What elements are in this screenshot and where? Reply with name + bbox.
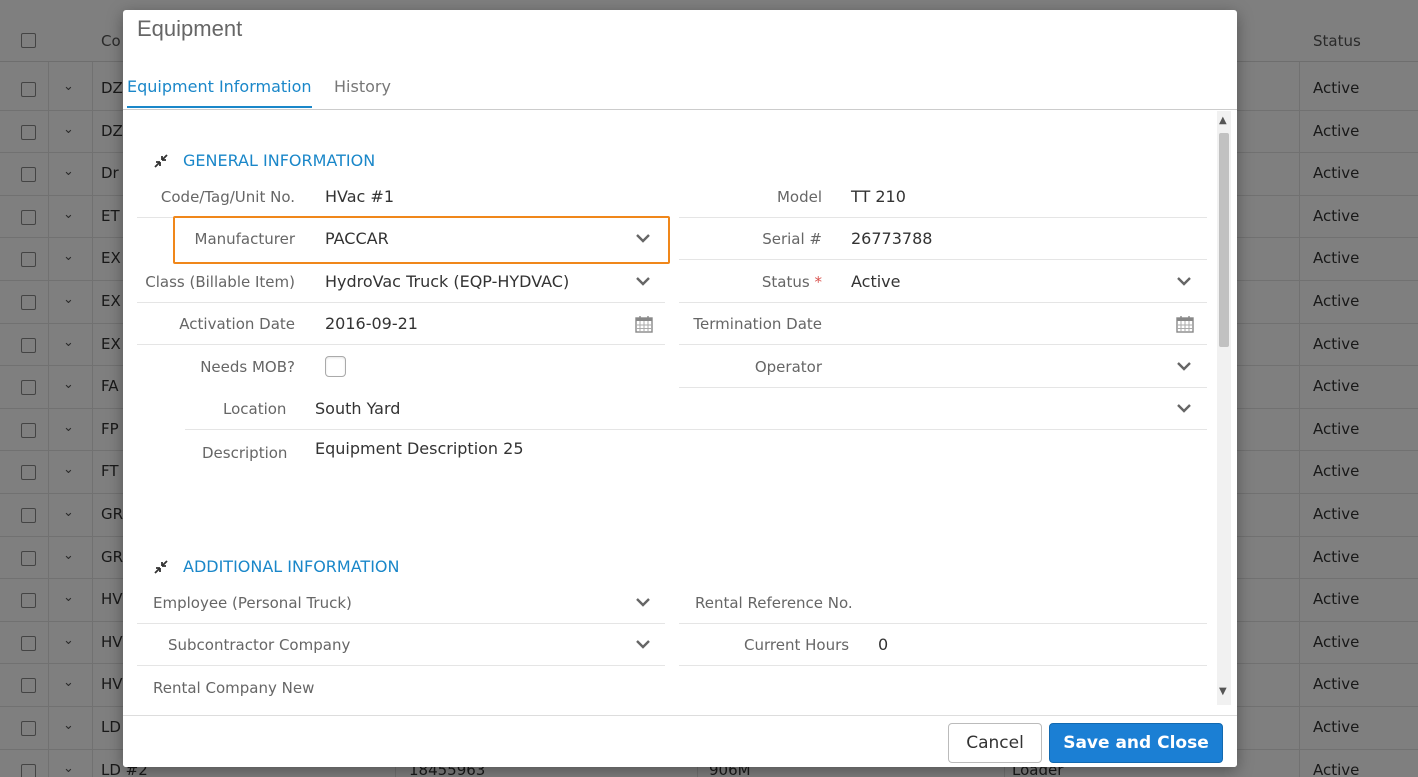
status-label: Status * xyxy=(761,273,823,291)
current-hours-value[interactable]: 0 xyxy=(878,635,888,654)
activation-date-field[interactable]: Activation Date 2016-09-21 xyxy=(137,303,665,345)
scroll-up-icon[interactable]: ▲ xyxy=(1219,115,1227,126)
dialog-footer: Cancel Save and Close xyxy=(123,715,1237,767)
tab-history[interactable]: History xyxy=(334,77,391,106)
termination-date-label: Termination Date xyxy=(693,315,822,333)
model-label: Model xyxy=(776,188,822,206)
location-label: Location xyxy=(223,400,287,418)
operator-label: Operator xyxy=(754,358,822,376)
chevron-down-icon[interactable] xyxy=(1176,274,1192,288)
collapse-arrows-icon[interactable] xyxy=(153,153,169,169)
activation-date-value[interactable]: 2016-09-21 xyxy=(325,314,418,333)
rental-reference-field[interactable]: Rental Reference No. xyxy=(679,582,1207,624)
serial-value[interactable]: 26773788 xyxy=(851,229,932,248)
code-label: Code/Tag/Unit No. xyxy=(160,188,295,206)
chevron-down-icon[interactable] xyxy=(635,231,651,245)
cancel-button[interactable]: Cancel xyxy=(948,723,1042,763)
tab-bar: Equipment Information History xyxy=(123,72,1237,110)
equipment-dialog: Equipment Equipment Information History … xyxy=(123,10,1237,767)
tab-equipment-information[interactable]: Equipment Information xyxy=(127,77,312,108)
subcontractor-label: Subcontractor Company xyxy=(168,636,351,654)
model-field[interactable]: Model TT 210 xyxy=(679,176,1207,218)
needs-mob-field: Needs MOB? xyxy=(137,346,665,388)
manufacturer-field[interactable]: Manufacturer PACCAR xyxy=(137,218,665,260)
chevron-down-icon[interactable] xyxy=(635,274,651,288)
chevron-down-icon[interactable] xyxy=(1176,401,1192,415)
location-value[interactable]: South Yard xyxy=(315,399,400,418)
chevron-down-icon[interactable] xyxy=(1176,359,1192,373)
calendar-icon[interactable] xyxy=(1176,315,1194,333)
employee-field[interactable]: Employee (Personal Truck) xyxy=(137,582,665,624)
description-label: Description xyxy=(202,444,288,462)
dialog-body: GENERAL INFORMATION Code/Tag/Unit No. HV… xyxy=(123,111,1237,715)
collapse-arrows-icon[interactable] xyxy=(153,559,169,575)
general-section-title: GENERAL INFORMATION xyxy=(183,151,376,170)
serial-label: Serial # xyxy=(762,230,822,248)
employee-label: Employee (Personal Truck) xyxy=(153,594,352,612)
save-and-close-button[interactable]: Save and Close xyxy=(1049,723,1223,763)
status-value[interactable]: Active xyxy=(851,272,901,291)
scroll-down-icon[interactable]: ▼ xyxy=(1219,686,1227,697)
rental-company-label: Rental Company New xyxy=(153,679,315,697)
manufacturer-label: Manufacturer xyxy=(194,230,296,248)
code-value[interactable]: HVac #1 xyxy=(325,187,394,206)
model-value[interactable]: TT 210 xyxy=(851,187,906,206)
description-value[interactable]: Equipment Description 25 xyxy=(315,439,524,458)
additional-section-title: ADDITIONAL INFORMATION xyxy=(183,557,400,576)
description-field[interactable]: Description Equipment Description 25 xyxy=(185,431,1207,511)
class-field[interactable]: Class (Billable Item) HydroVac Truck (EQ… xyxy=(137,261,665,303)
subcontractor-field[interactable]: Subcontractor Company xyxy=(137,624,665,666)
current-hours-field[interactable]: Current Hours 0 xyxy=(679,624,1207,666)
scrollbar-thumb[interactable] xyxy=(1219,133,1229,347)
termination-date-field[interactable]: Termination Date xyxy=(679,303,1207,345)
rental-company-field[interactable]: Rental Company New xyxy=(137,667,665,709)
manufacturer-value[interactable]: PACCAR xyxy=(325,229,389,248)
calendar-icon[interactable] xyxy=(635,315,653,333)
chevron-down-icon[interactable] xyxy=(635,595,651,609)
additional-section-header[interactable]: ADDITIONAL INFORMATION xyxy=(153,557,399,576)
required-marker: * xyxy=(814,273,823,291)
general-section-header[interactable]: GENERAL INFORMATION xyxy=(153,151,375,170)
chevron-down-icon[interactable] xyxy=(635,637,651,651)
dialog-title: Equipment xyxy=(137,16,243,41)
current-hours-label: Current Hours xyxy=(744,636,850,654)
operator-field[interactable]: Operator xyxy=(679,346,1207,388)
rental-reference-label: Rental Reference No. xyxy=(695,594,853,612)
code-field[interactable]: Code/Tag/Unit No. HVac #1 xyxy=(137,176,665,218)
needs-mob-label: Needs MOB? xyxy=(200,358,295,376)
class-value[interactable]: HydroVac Truck (EQP-HYDVAC) xyxy=(325,272,569,291)
status-field[interactable]: Status * Active xyxy=(679,261,1207,303)
class-label: Class (Billable Item) xyxy=(145,273,295,291)
needs-mob-checkbox[interactable] xyxy=(325,356,346,377)
location-field[interactable]: Location South Yard xyxy=(185,388,1207,430)
serial-field[interactable]: Serial # 26773788 xyxy=(679,218,1207,260)
activation-date-label: Activation Date xyxy=(179,315,295,333)
